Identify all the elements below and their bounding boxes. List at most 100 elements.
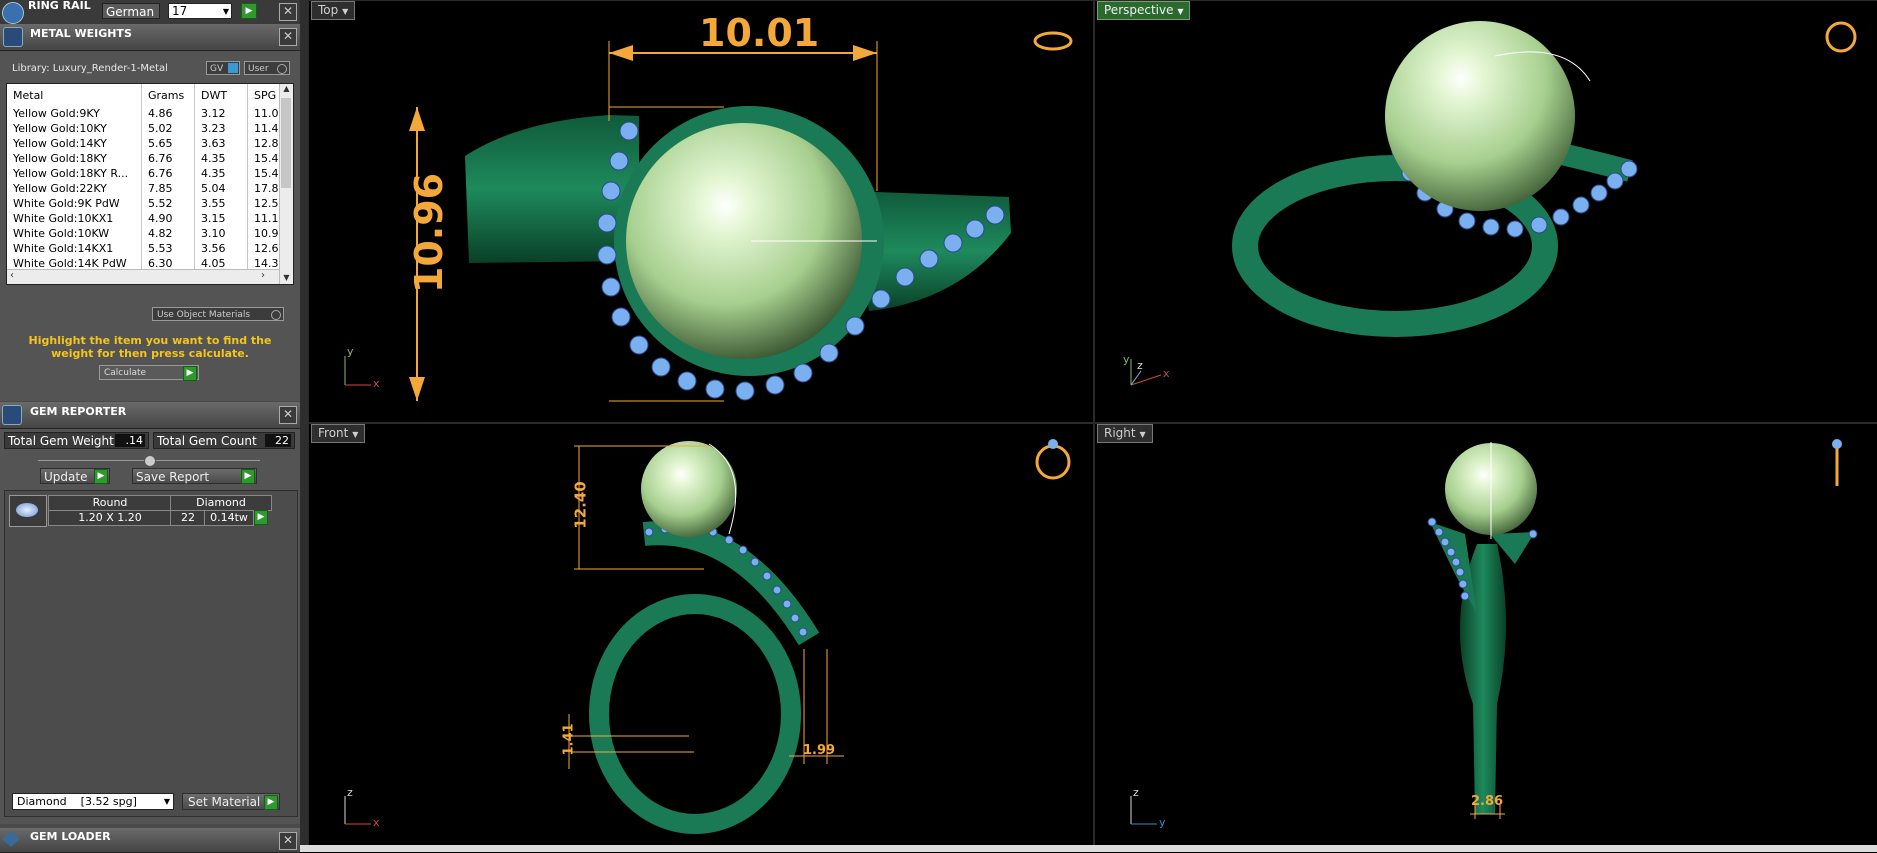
viewport-front[interactable]: Front ▼ 12.40 1.41 1.99 z x [308, 423, 1094, 847]
cell-grams: 4.90 [141, 211, 195, 226]
total-gem-weight-label: Total Gem Weight [8, 434, 114, 448]
set-material-label: Set Material [188, 795, 261, 809]
table-row[interactable]: Yellow Gold:18KY 6.76 4.35 15.41 [7, 151, 293, 166]
gem-reporter-titlebar: GEM REPORTER ✕ [0, 402, 300, 429]
table-row[interactable]: White Gold:10KX1 4.90 3.15 11.18 [7, 211, 293, 226]
panel-splitter[interactable] [300, 0, 308, 852]
update-button[interactable]: Update ▶ [40, 468, 110, 484]
calculate-button[interactable]: Calculate ▶ [99, 365, 199, 381]
cell-dwt: 4.35 [194, 166, 248, 181]
side-panel: RING RAIL German 17 ▼ ▶ ✕ METAL WEIGHTS … [0, 0, 300, 853]
play-icon: ▶ [264, 795, 278, 810]
viewport-right[interactable]: Right ▼ 2.86 z y [1094, 423, 1877, 847]
gv-indicator-icon [228, 63, 238, 73]
arrow-left-icon [609, 45, 633, 61]
cell-grams: 5.65 [141, 136, 195, 151]
cell-dwt: 3.10 [194, 226, 248, 241]
ringrail-go-button[interactable]: ▶ [241, 3, 257, 19]
table-row[interactable]: Yellow Gold:18KY R... 6.76 4.35 15.41 [7, 166, 293, 181]
scroll-up-icon[interactable]: ▲ [280, 84, 293, 93]
close-icon[interactable]: ✕ [279, 28, 297, 46]
ring-top-icon[interactable] [1033, 31, 1073, 51]
play-icon: ▶ [183, 366, 197, 381]
gem-count: 22 [170, 510, 206, 526]
arrow-down-icon [409, 377, 425, 401]
cell-metal: White Gold:9K PdW [7, 196, 142, 211]
gem-row-thumbnail[interactable] [9, 495, 47, 527]
cell-grams: 6.76 [141, 166, 195, 181]
gem-material: Diamond [170, 495, 272, 511]
cell-dwt: 3.56 [194, 241, 248, 256]
update-label: Update [44, 470, 88, 484]
table-row[interactable]: Yellow Gold:22KY 7.85 5.04 17.89 [7, 181, 293, 196]
cell-metal: White Gold:10KX1 [7, 211, 142, 226]
gv-label: GV [210, 64, 224, 74]
table-row[interactable]: Yellow Gold:9KY 4.86 3.12 11.08 [7, 106, 293, 121]
gem-icon [2, 831, 20, 847]
scroll-right-icon[interactable]: › [261, 270, 265, 281]
scrollbar-thumb[interactable] [281, 98, 291, 188]
table-row[interactable]: Yellow Gold:10KY 5.02 3.23 11.45 [7, 121, 293, 136]
table-row[interactable]: White Gold:10KW 4.82 3.10 10.99 [7, 226, 293, 241]
ring-front-icon[interactable] [1035, 444, 1071, 480]
total-gem-count: Total Gem Count 22 [153, 432, 295, 449]
ring-perspective-icon[interactable] [1825, 21, 1857, 53]
ringrail-header: RING RAIL German 17 ▼ ▶ ✕ [0, 0, 300, 25]
use-object-materials-label: Use Object Materials [157, 310, 251, 320]
gv-toggle[interactable]: GV [206, 61, 240, 75]
splitter-handle[interactable] [144, 455, 156, 467]
dimension-side-width: 2.86 [1471, 794, 1504, 809]
dimension-band-width: 1.99 [803, 743, 836, 758]
horizontal-scrollbar[interactable]: ‹ › [7, 269, 279, 284]
scroll-down-icon[interactable]: ▼ [280, 273, 293, 282]
gem-top-icon [1832, 439, 1842, 449]
ringrail-title: RING RAIL [28, 0, 91, 12]
vertical-scrollbar[interactable]: ▲ ▼ [279, 84, 293, 284]
cell-dwt: 3.23 [194, 121, 248, 136]
table-row[interactable]: White Gold:14KX1 5.53 3.56 12.61 [7, 241, 293, 256]
axis-z-label: z [1137, 359, 1143, 372]
gem-top-icon [1048, 439, 1058, 449]
set-material-button[interactable]: Set Material ▶ [182, 793, 280, 810]
close-icon[interactable]: ✕ [279, 832, 297, 850]
column-header-metal[interactable]: Metal [7, 84, 142, 106]
ring-size-select[interactable]: 17 ▼ [168, 3, 232, 19]
table-row[interactable]: Yellow Gold:14KY 5.65 3.63 12.88 [7, 136, 293, 151]
round-gem-icon [16, 503, 38, 517]
use-object-materials-toggle[interactable]: Use Object Materials [152, 307, 284, 321]
metal-weights-body: Library: Luxury_Render-1-Metal GV User M… [0, 51, 300, 401]
cell-grams: 5.53 [141, 241, 195, 256]
cell-metal: White Gold:14KX1 [7, 241, 142, 256]
gem-list: Round Diamond 1.20 X 1.20 22 0.14tw ▶ [4, 490, 298, 817]
close-icon[interactable]: ✕ [279, 406, 297, 424]
axis-x-label: x [1163, 367, 1170, 380]
scroll-left-icon[interactable]: ‹ [10, 270, 14, 281]
gem-size: 1.20 X 1.20 [48, 510, 172, 526]
report-icon [2, 405, 22, 425]
gem-select-button[interactable]: ▶ [254, 510, 268, 525]
axis-x-label: x [373, 377, 380, 390]
gem-reporter-title: GEM REPORTER [30, 405, 127, 418]
column-header-dwt[interactable]: DWT [194, 84, 248, 106]
pearl [1385, 21, 1575, 211]
viewport-top[interactable]: Top ▼ 10.01 10.96 y x [308, 0, 1094, 423]
dimension-height: 12.40 [571, 481, 590, 529]
save-report-button[interactable]: Save Report ▶ [132, 468, 257, 484]
column-header-grams[interactable]: Grams [141, 84, 195, 106]
axis-x-line [1130, 374, 1162, 386]
material-select[interactable]: Diamond [3.52 spg] ▼ [12, 793, 174, 810]
status-strip [300, 845, 1877, 852]
total-gem-count-value: 22 [265, 434, 291, 447]
table-row[interactable]: White Gold:9K PdW 5.52 3.55 12.59 [7, 196, 293, 211]
close-icon[interactable]: ✕ [279, 3, 297, 21]
radio-icon [277, 64, 287, 74]
axis-x-label: x [373, 816, 380, 829]
dimension-height: 10.96 [407, 172, 452, 294]
user-label: User [248, 64, 269, 74]
user-toggle[interactable]: User [244, 61, 290, 75]
gem-loader-titlebar: GEM LOADER ✕ [0, 828, 300, 853]
cell-metal: Yellow Gold:14KY [7, 136, 142, 151]
viewport-perspective[interactable]: Perspective ▼ y z x [1094, 0, 1877, 423]
cell-metal: Yellow Gold:10KY [7, 121, 142, 136]
language-select[interactable]: German [102, 3, 160, 19]
